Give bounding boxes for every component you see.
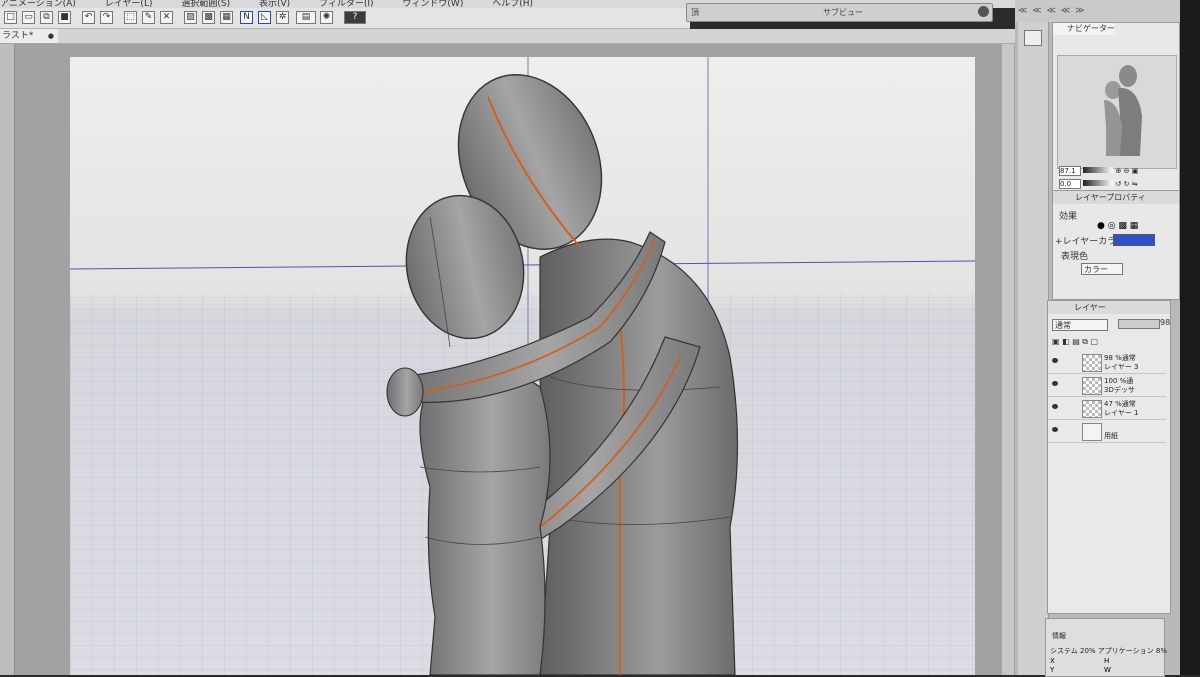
document-tab[interactable]: ラスト* ●: [0, 29, 58, 43]
menu-item-selection[interactable]: 選択範囲(S): [181, 0, 230, 8]
subview-panel[interactable]: 頂 サブビュー: [686, 3, 993, 22]
layer-name: 3Dデッサ: [1104, 386, 1135, 394]
tab-navigator[interactable]: ナビゲーター: [1053, 23, 1115, 35]
transform-icon[interactable]: ✕: [160, 11, 173, 24]
navigator-tab-label: ナビゲーター: [1067, 24, 1115, 33]
ruler-snap-icon[interactable]: N: [240, 11, 253, 24]
rotation-value[interactable]: 0.0: [1059, 179, 1081, 189]
menu-item-view[interactable]: 表示(V): [259, 0, 290, 8]
info-y: Y: [1050, 666, 1055, 674]
rotate-left-icon[interactable]: ↺: [1115, 180, 1121, 188]
menu-item-help[interactable]: ヘルプ(H): [492, 0, 533, 8]
menu-item-filter[interactable]: フィルター(I): [319, 0, 374, 8]
command-toolbar: □ ▭ ⧉ ■ ↶ ↷ ⬚ ✎ ✕ ▨ ▩ ▦ N ◺ ✲ ▤ ✺ ?: [0, 8, 690, 29]
layer-thumbnail: [1082, 400, 1102, 418]
monitor-bezel: [1180, 0, 1200, 675]
new-file-icon[interactable]: □: [4, 11, 17, 24]
subview-title: サブビュー: [823, 8, 863, 17]
system-usage: システム 20% アプリケーション 8%: [1050, 647, 1167, 655]
navigator-preview[interactable]: [1057, 55, 1177, 169]
grid-icon[interactable]: ▦: [220, 11, 233, 24]
open-file-icon[interactable]: ▭: [22, 11, 35, 24]
vertical-scrollbar[interactable]: [1002, 44, 1014, 675]
subview-close-icon[interactable]: [978, 6, 989, 17]
blend-mode-select[interactable]: 通常: [1052, 319, 1108, 331]
info-panel: 情報 システム 20% アプリケーション 8% X H Y W: [1045, 618, 1167, 677]
special-ruler-icon[interactable]: ◺: [258, 11, 271, 24]
rotate-right-icon[interactable]: ↻: [1124, 180, 1130, 188]
opacity-slider[interactable]: [1118, 319, 1160, 329]
opacity-value: 98: [1160, 318, 1171, 327]
rotation-slider[interactable]: [1083, 180, 1114, 186]
layer-row[interactable]: 98 %通常 レイヤー 3: [1048, 351, 1166, 374]
visibility-eye-icon[interactable]: [1052, 358, 1058, 363]
navigator-zoom-row: 87.1 ⊕ ⊖ ▣: [1059, 166, 1138, 176]
tab-close-icon[interactable]: ●: [48, 29, 54, 43]
fill-alt-icon[interactable]: ▩: [202, 11, 215, 24]
copy-icon[interactable]: ⧉: [40, 11, 53, 24]
info-h: H: [1104, 657, 1110, 665]
help-icon[interactable]: ?: [344, 11, 366, 24]
zoom-out-icon[interactable]: ⊖: [1124, 167, 1130, 175]
fill-icon[interactable]: ▨: [184, 11, 197, 24]
document-tab-bar: ラスト* ●: [0, 29, 1015, 44]
clear-icon[interactable]: ⬚: [124, 11, 137, 24]
visibility-eye-icon[interactable]: [1052, 404, 1058, 409]
info-x: X: [1050, 657, 1055, 665]
left-ruler-strip: [0, 44, 15, 675]
navigator-rotate-row: 0.0 ↺ ↻ ⇋: [1059, 179, 1138, 189]
layer-row[interactable]: 用紙: [1048, 420, 1166, 443]
layer-property-panel: レイヤープロパティ 効果 ● ◎ ▩ ▦ +レイヤーカラー 表現色 カラー: [1052, 190, 1180, 300]
layer-name: レイヤー 1: [1104, 409, 1139, 417]
layer-property-title[interactable]: レイヤープロパティ: [1053, 191, 1179, 204]
visibility-eye-icon[interactable]: [1052, 381, 1058, 386]
drawing-canvas[interactable]: [70, 57, 975, 675]
dock-collapse-buttons[interactable]: ≪ ≪ ≪ ≪ ≫: [1018, 6, 1160, 20]
3d-model-view: [70, 57, 975, 675]
layer-thumbnail: [1082, 354, 1102, 372]
layer-panel-title[interactable]: レイヤー: [1048, 301, 1170, 314]
effect-icons[interactable]: ● ◎ ▩ ▦: [1097, 221, 1138, 231]
layer-thumbnail: [1082, 377, 1102, 395]
expression-color-value: カラー: [1084, 265, 1108, 274]
settings-icon[interactable]: ✺: [320, 11, 333, 24]
fit-icon[interactable]: ▣: [1132, 167, 1139, 175]
layer-row[interactable]: 47 %通常 レイヤー 1: [1048, 397, 1166, 420]
info-w: W: [1104, 666, 1111, 674]
layer-panel: レイヤー 通常 98 ▣ ◧ ▤ ⧉ ▢ 98 %通常 レイヤー 3 100 %…: [1047, 300, 1171, 614]
layer-row[interactable]: 100 %通 3Dデッサ: [1048, 374, 1166, 397]
undo-icon[interactable]: ↶: [82, 11, 95, 24]
brush-icon[interactable]: ✎: [142, 11, 155, 24]
blend-mode-value: 通常: [1055, 321, 1071, 330]
zoom-in-icon[interactable]: ⊕: [1115, 167, 1121, 175]
layer-color-swatch[interactable]: [1113, 234, 1155, 246]
menu-item-window[interactable]: ウィンドウ(W): [402, 0, 463, 8]
layer-name: レイヤー 3: [1104, 363, 1139, 371]
save-icon[interactable]: ■: [58, 11, 71, 24]
zoom-slider[interactable]: [1083, 167, 1114, 173]
perspective-icon[interactable]: ✲: [276, 11, 289, 24]
navigator-thumbnail: [1104, 65, 1142, 156]
effect-label: 効果: [1059, 212, 1078, 222]
visibility-eye-icon[interactable]: [1052, 427, 1058, 432]
menu-item-layer[interactable]: レイヤー(L): [105, 0, 153, 8]
zoom-value[interactable]: 87.1: [1059, 166, 1081, 176]
display-icon[interactable]: ▤: [296, 11, 316, 24]
layer-name: 用紙: [1104, 432, 1118, 440]
menu-item-animation[interactable]: アニメーション(A): [0, 0, 76, 8]
subview-toggle-icon[interactable]: [1024, 30, 1042, 46]
expression-color-label: 表現色: [1061, 252, 1089, 262]
document-tab-label: ラスト*: [2, 31, 34, 41]
info-tab-label[interactable]: 情報: [1052, 631, 1066, 641]
redo-icon[interactable]: ↷: [100, 11, 113, 24]
dock-icon-strip: [1018, 22, 1049, 675]
navigator-panel: ナビゲーター 87.1 ⊕ ⊖ ▣ 0.0 ↺ ↻ ⇋: [1052, 22, 1180, 192]
paper-thumbnail: [1082, 423, 1102, 441]
subview-side-label: 頂: [691, 8, 699, 17]
flip-icon[interactable]: ⇋: [1132, 180, 1138, 188]
expression-color-select[interactable]: カラー: [1081, 263, 1123, 275]
layer-tool-row[interactable]: ▣ ◧ ▤ ⧉ ▢: [1048, 337, 1170, 349]
